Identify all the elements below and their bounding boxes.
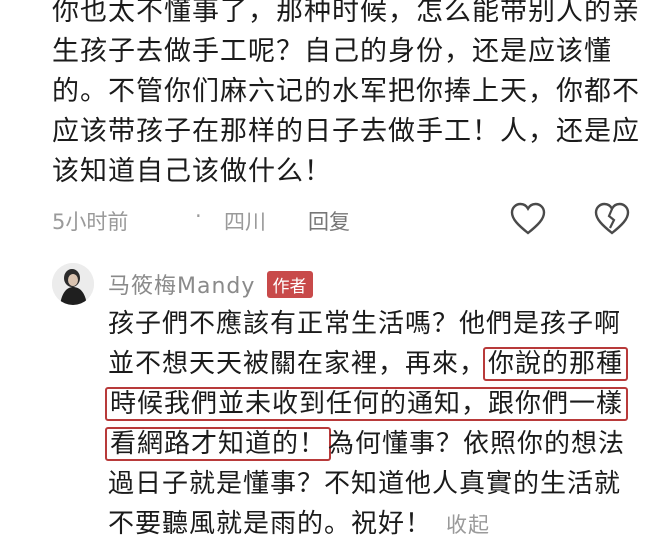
highlighted-text: 你說的那種 (483, 347, 629, 381)
comment-line: 的。不管你们麻六记的水军把你捧上天，你都不 (52, 76, 640, 107)
highlighted-text: 時候我們並未收到任何的通知，跟你們一樣 (105, 387, 629, 421)
reply-text-segment: 為何懂事？依照你的想法 (328, 429, 626, 459)
avatar[interactable] (52, 263, 94, 305)
reply-text-segment: 孩子們不應該有正常生活嗎？他們是孩子啊 (108, 309, 622, 339)
reply-text-segment: 並不想天天被關在家裡，再來， (108, 349, 487, 379)
reply-button[interactable]: 回复 (308, 206, 350, 236)
comment-time: 5小时前 (52, 210, 129, 234)
meta-separator: · (195, 204, 202, 228)
reply-line: 孩子們不應該有正常生活嗎？他們是孩子啊 (108, 304, 658, 344)
comment-meta: 5小时前 · 四川 回复 (52, 200, 652, 240)
author-name[interactable]: 马筱梅Mandy (108, 274, 255, 299)
comment-line: 你也太不懂事了，那种时候，怎么能带别人的亲 (52, 0, 640, 27)
reply-line: 看網路才知道的！為何懂事？依照你的想法 (105, 424, 658, 464)
highlighted-text: 看網路才知道的！ (105, 427, 332, 461)
comment-line: 生孩子去做手工呢？自己的身份，还是应该懂 (52, 36, 612, 67)
comment-line: 该知道自己该做什么！ (52, 156, 332, 187)
author-row: 马筱梅Mandy 作者 (108, 268, 313, 304)
reply-text-segment: 不要聽風就是雨的。祝好！ (108, 509, 433, 539)
comment-location: 四川 (224, 210, 266, 234)
reply-line: 時候我們並未收到任何的通知，跟你們一樣 (105, 384, 658, 424)
avatar-photo-icon (52, 263, 94, 305)
heart-outline-icon[interactable] (510, 202, 546, 236)
reply-line: 過日子就是懂事？不知道他人真實的生活就 (108, 464, 658, 504)
author-badge: 作者 (266, 270, 313, 298)
collapse-button[interactable]: 收起 (446, 513, 490, 537)
reply-text-segment: 過日子就是懂事？不知道他人真實的生活就 (108, 469, 622, 499)
reply-line: 並不想天天被關在家裡，再來，你說的那種 (108, 344, 658, 384)
author-reply: 马筱梅Mandy 作者 孩子們不應該有正常生活嗎？他們是孩子啊 並不想天天被關在… (0, 258, 660, 553)
broken-heart-icon[interactable] (594, 202, 630, 236)
reply-body: 孩子們不應該有正常生活嗎？他們是孩子啊 並不想天天被關在家裡，再來，你說的那種 … (105, 304, 658, 544)
comment-line: 应该带孩子在那样的日子去做手工！人，还是应 (52, 116, 640, 147)
reply-line: 不要聽風就是雨的。祝好！ 收起 (108, 504, 658, 544)
comment-body: 你也太不懂事了，那种时候，怎么能带别人的亲 生孩子去做手工呢？自己的身份，还是应… (52, 0, 652, 192)
